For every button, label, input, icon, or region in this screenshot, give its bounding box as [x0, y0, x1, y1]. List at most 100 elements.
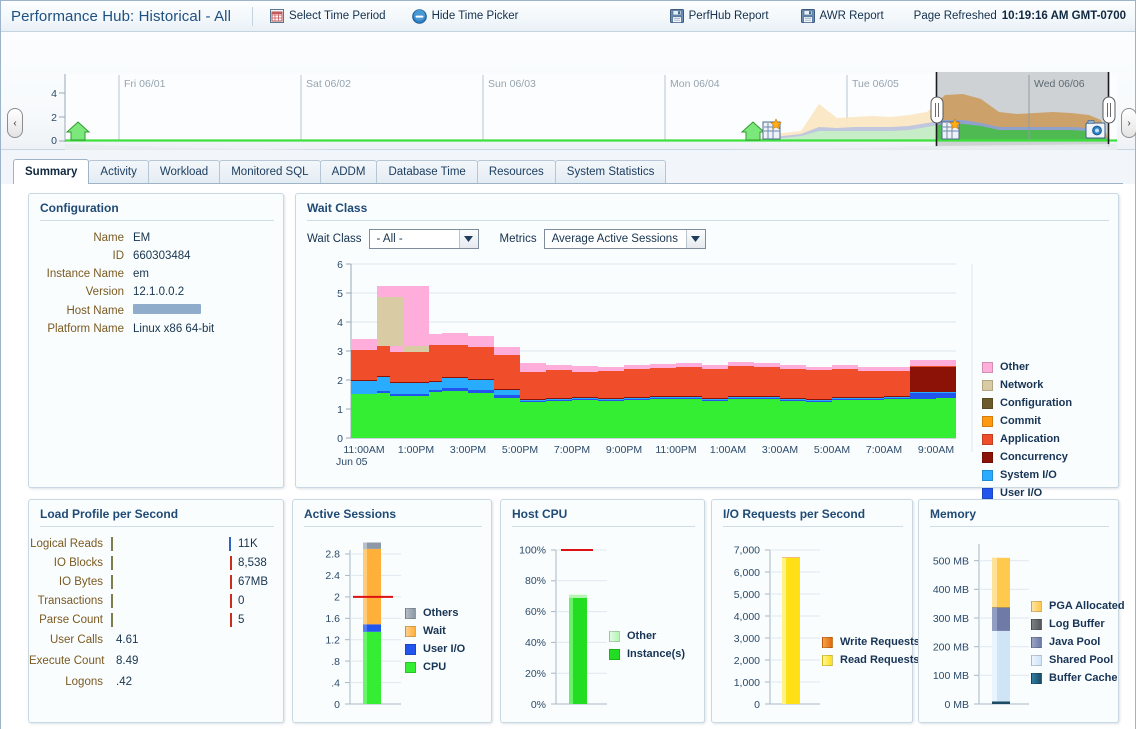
svg-text:9:00PM: 9:00PM	[606, 444, 642, 456]
legend-swatch	[822, 637, 833, 648]
bar-fill	[111, 575, 113, 589]
legend-label: Others	[423, 607, 458, 619]
table-row: Name EM	[29, 229, 283, 247]
bar-marker	[230, 613, 232, 627]
legend-label: Configuration	[1000, 397, 1072, 409]
tab-resources[interactable]: Resources	[477, 160, 556, 184]
config-key: ID	[29, 247, 133, 265]
legend-item[interactable]: Buffer Cache	[1031, 669, 1125, 687]
legend-swatch	[1031, 637, 1042, 648]
time-picker-chart[interactable]: 4 2 0 Fri 06/01 Sat 06/02 Sun	[1, 32, 1135, 150]
tab-workload[interactable]: Workload	[148, 160, 220, 184]
legend-swatch	[982, 398, 993, 409]
io-requests-legend: Write Requests Read Requests	[822, 633, 920, 669]
svg-text:200 MB: 200 MB	[933, 642, 969, 654]
svg-text:5,000: 5,000	[734, 589, 760, 601]
metric-name: Logons	[29, 676, 111, 688]
legend-label: Other	[1000, 361, 1029, 373]
metric-name: IO Blocks	[29, 557, 111, 569]
performance-hub-page: Performance Hub: Historical - All Select…	[0, 0, 1136, 729]
table-row: Instance Name em	[29, 265, 283, 283]
save-disk-icon	[801, 9, 815, 23]
config-value: 12.1.0.0.2	[133, 283, 283, 301]
tab-activity[interactable]: Activity	[88, 160, 148, 184]
wait-class-controls: Wait Class - All - Metrics Average Activ…	[296, 221, 1118, 249]
metrics-select[interactable]: Average Active Sessions	[544, 229, 706, 249]
io-requests-chart[interactable]: 01,0002,000 3,0004,0005,000 6,0007,000	[712, 532, 914, 722]
metric-name: IO Bytes	[29, 576, 111, 588]
legend-swatch	[1031, 673, 1042, 684]
tab-monitored-sql[interactable]: Monitored SQL	[219, 160, 320, 184]
legend-item[interactable]: Commit	[982, 412, 1072, 430]
legend-item[interactable]: Instance(s)	[609, 645, 685, 663]
tab-addm[interactable]: ADDM	[320, 160, 378, 184]
svg-text:2: 2	[337, 375, 343, 387]
redaction-bar	[133, 304, 201, 314]
legend-item[interactable]: Read Requests	[822, 651, 920, 669]
legend-item[interactable]: Concurrency	[982, 448, 1072, 466]
active-sessions-title: Active Sessions	[293, 500, 491, 526]
time-range-handle-left	[931, 97, 943, 123]
legend-item[interactable]: Other	[982, 358, 1072, 376]
svg-text:Wed 06/06: Wed 06/06	[1034, 78, 1085, 90]
legend-item[interactable]: PGA Allocated	[1031, 597, 1125, 615]
legend-label: Buffer Cache	[1049, 672, 1117, 684]
legend-item[interactable]: Log Buffer	[1031, 615, 1125, 633]
table-row: Host Name	[29, 301, 283, 320]
list-item: IO Bytes 67MB	[29, 572, 283, 591]
svg-text:1:00AM: 1:00AM	[710, 444, 746, 456]
tab-label: ADDM	[332, 166, 366, 178]
svg-text:1,000: 1,000	[734, 677, 760, 689]
svg-text:0: 0	[337, 433, 343, 445]
svg-text:Fri 06/01: Fri 06/01	[124, 78, 166, 90]
legend-item[interactable]: Shared Pool	[1031, 651, 1125, 669]
hide-time-picker-button[interactable]: Hide Time Picker	[404, 7, 527, 26]
legend-item[interactable]: Others	[405, 604, 465, 622]
timeline-prev-button[interactable]: ‹	[7, 108, 23, 138]
awr-report-label: AWR Report	[820, 10, 884, 22]
bar-fill	[111, 556, 113, 570]
legend-item[interactable]: Java Pool	[1031, 633, 1125, 651]
select-time-period-button[interactable]: Select Time Period	[262, 7, 394, 25]
legend-item[interactable]: User I/O	[405, 640, 465, 658]
time-picker[interactable]: 4 2 0 Fri 06/01 Sat 06/02 Sun	[1, 32, 1135, 150]
legend-item[interactable]: Application	[982, 430, 1072, 448]
legend-swatch	[1031, 655, 1042, 666]
metric-bar	[111, 576, 233, 588]
metrics-label: Metrics	[500, 233, 537, 245]
active-sessions-legend: Others Wait User I/O CPU	[405, 604, 465, 676]
config-value: em	[133, 265, 283, 283]
chevron-right-icon: ›	[1127, 118, 1130, 129]
wait-class-panel: Wait Class Wait Class - All - Metrics Av…	[295, 193, 1119, 488]
metric-value: 67MB	[233, 576, 268, 588]
tab-label: Activity	[100, 166, 136, 178]
table-row: ID 660303484	[29, 247, 283, 265]
legend-item[interactable]: Network	[982, 376, 1072, 394]
tab-label: Summary	[25, 166, 77, 178]
svg-text:3,000: 3,000	[734, 633, 760, 645]
legend-item[interactable]: System I/O	[982, 466, 1072, 484]
metric-value: 0	[233, 595, 244, 607]
perfhub-report-button[interactable]: PerfHub Report	[662, 7, 777, 25]
legend-item[interactable]: Configuration	[982, 394, 1072, 412]
tab-summary[interactable]: Summary	[13, 159, 89, 184]
svg-text:0%: 0%	[531, 699, 546, 711]
tab-label: Database Time	[388, 166, 465, 178]
legend-item[interactable]: CPU	[405, 658, 465, 676]
panel-divider	[930, 526, 1109, 527]
legend-item[interactable]: Write Requests	[822, 633, 920, 651]
legend-item[interactable]: Other	[609, 627, 685, 645]
tab-system-statistics[interactable]: System Statistics	[555, 160, 667, 184]
svg-text:20%: 20%	[525, 668, 546, 680]
awr-report-button[interactable]: AWR Report	[793, 7, 892, 25]
svg-text:Tue 06/05: Tue 06/05	[852, 78, 899, 90]
configuration-table: Name EM ID 660303484 Instance Name em Ve…	[29, 229, 283, 338]
timeline-next-button[interactable]: ›	[1121, 108, 1136, 138]
timeline-event-icon	[942, 119, 960, 139]
svg-text:9:00AM: 9:00AM	[918, 444, 954, 456]
legend-item[interactable]: Wait	[405, 622, 465, 640]
wait-class-select[interactable]: - All -	[369, 229, 479, 249]
list-item: Logical Reads 11K	[29, 534, 283, 553]
svg-text:11:00PM: 11:00PM	[655, 444, 696, 456]
tab-database-time[interactable]: Database Time	[376, 160, 477, 184]
